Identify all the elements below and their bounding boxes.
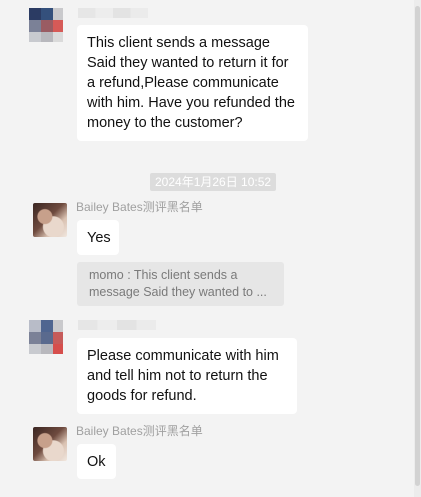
message-bubble[interactable]: This client sends a message Said they wa… — [77, 25, 308, 141]
scrollbar-thumb[interactable] — [415, 6, 420, 486]
message-bubble[interactable]: Please communicate with him and tell him… — [77, 338, 297, 414]
contact-avatar-photo[interactable] — [33, 427, 67, 461]
quoted-text-line-2: message Said they wanted to ... — [89, 285, 267, 299]
sender-name-redacted — [78, 320, 156, 330]
message-text: This client sends a message Said they wa… — [87, 35, 295, 131]
message-timestamp: 2024年1月26日 10:52 — [150, 173, 277, 191]
contact-avatar-pixelated[interactable] — [29, 320, 63, 354]
chat-message-list[interactable]: This client sends a message Said they wa… — [0, 0, 414, 497]
scrollbar[interactable] — [414, 0, 421, 497]
contact-avatar-photo[interactable] — [33, 203, 67, 237]
message-text: Please communicate with him and tell him… — [87, 348, 279, 404]
sender-name: Bailey Bates测评黑名单 — [76, 424, 203, 438]
message-text: Ok — [87, 454, 106, 470]
message-bubble[interactable]: Ok — [77, 444, 116, 479]
message-text: Yes — [87, 230, 111, 246]
message-bubble[interactable]: Yes — [77, 220, 119, 255]
contact-avatar-pixelated[interactable] — [29, 8, 63, 42]
sender-name: Bailey Bates测评黑名单 — [76, 200, 203, 214]
quoted-message[interactable]: momo : This client sends a message Said … — [77, 262, 284, 306]
sender-name-redacted — [78, 8, 148, 18]
quoted-text-line-1: momo : This client sends a — [89, 268, 238, 282]
